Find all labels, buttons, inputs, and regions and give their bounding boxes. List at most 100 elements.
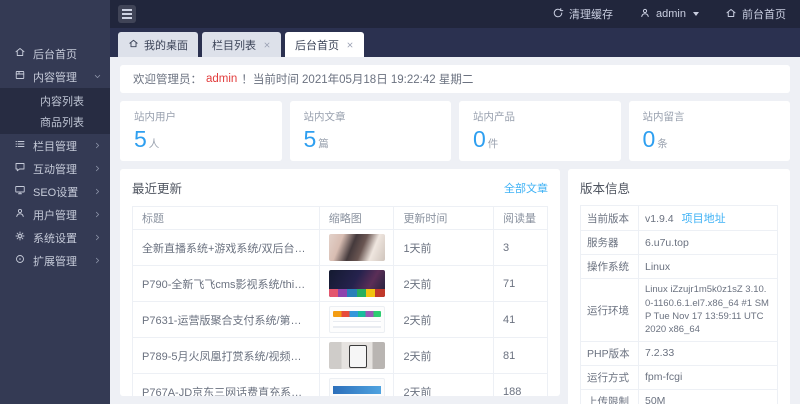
chevron-right-icon <box>93 233 102 242</box>
sidebar-item-users[interactable]: 用户管理 <box>0 203 110 226</box>
article-title[interactable]: P7631-运营版聚合支付系统/第三方... <box>142 312 310 328</box>
sidebar: 后台首页 内容管理 内容列表 商品列表 栏目管理 互动管理 <box>0 0 110 404</box>
version-info-panel: 版本信息 当前版本 v1.9.4项目地址 服务器 6.u7u.top <box>568 169 790 404</box>
sidebar-item-columns[interactable]: 栏目管理 <box>0 134 110 157</box>
all-articles-link[interactable]: 全部文章 <box>504 180 548 196</box>
thumbnail-image <box>329 234 385 261</box>
topbar: 清理缓存 admin 前台首页 <box>110 0 800 28</box>
stat-unit: 篇 <box>318 138 329 150</box>
project-url-link[interactable]: 项目地址 <box>682 213 726 225</box>
sidebar-item-home[interactable]: 后台首页 <box>0 42 110 65</box>
version-value: 50M <box>645 395 665 404</box>
welcome-prefix: 欢迎管理员： <box>133 71 202 87</box>
front-home-label: 前台首页 <box>742 6 786 22</box>
tab-my-desktop[interactable]: 我的桌面 <box>118 32 198 57</box>
front-home-button[interactable]: 前台首页 <box>725 6 786 22</box>
version-row: 操作系统 Linux <box>581 255 778 279</box>
version-value: Linux iZzujr1m5k0z1sZ 3.10.0-1160.6.1.el… <box>645 284 769 335</box>
stat-card-users: 站内用户 5人 <box>120 101 282 161</box>
sidebar-item-system[interactable]: 系统设置 <box>0 226 110 249</box>
stat-unit: 件 <box>488 138 499 150</box>
version-label: 操作系统 <box>581 255 639 279</box>
sidebar-subitem-goods-list[interactable]: 商品列表 <box>0 111 110 132</box>
tab-label: 后台首页 <box>295 37 339 53</box>
chevron-right-icon <box>93 187 102 196</box>
recent-articles-table: 标题 缩略图 更新时间 阅读量 全新直播系统+游戏系统/双后台服... 1天前 <box>132 206 548 396</box>
clear-cache-label: 清理缓存 <box>569 6 613 22</box>
table-row[interactable]: 全新直播系统+游戏系统/双后台服... 1天前 3 <box>133 230 548 266</box>
article-reads: 81 <box>503 350 515 362</box>
stat-unit: 条 <box>657 138 668 150</box>
user-menu[interactable]: admin <box>639 7 699 22</box>
sidebar-item-label: 系统设置 <box>33 230 86 246</box>
thumbnail-image <box>329 378 385 396</box>
sidebar-item-label: 用户管理 <box>33 207 86 223</box>
user-icon <box>639 7 651 22</box>
article-title[interactable]: P789-5月火凤凰打赏系统/视频打赏... <box>142 348 310 364</box>
sidebar-item-label: 后台首页 <box>33 46 102 62</box>
sidebar-item-label: 内容管理 <box>33 69 86 85</box>
welcome-username: admin <box>206 73 237 85</box>
close-icon[interactable] <box>263 41 271 49</box>
monitor-icon <box>14 184 26 199</box>
table-row[interactable]: P7631-运营版聚合支付系统/第三方... 2天前 41 <box>133 302 548 338</box>
article-title[interactable]: 全新直播系统+游戏系统/双后台服... <box>142 240 310 256</box>
stat-value: 0 <box>473 126 486 152</box>
table-row[interactable]: P790-全新飞飞cms影视系统/think... 2天前 71 <box>133 266 548 302</box>
stat-label: 站内文章 <box>304 109 438 124</box>
chat-icon <box>14 161 26 176</box>
refresh-icon <box>552 7 564 22</box>
sidebar-item-extensions[interactable]: 扩展管理 <box>0 249 110 272</box>
tab-admin-home[interactable]: 后台首页 <box>285 32 364 57</box>
article-title[interactable]: P790-全新飞飞cms影视系统/think... <box>142 276 310 292</box>
article-time: 2天前 <box>403 279 431 291</box>
tab-label: 我的桌面 <box>144 37 188 53</box>
stat-value: 5 <box>304 126 317 152</box>
username-label: admin <box>656 8 686 20</box>
version-row: 运行环境 Linux iZzujr1m5k0z1sZ 3.10.0-1160.6… <box>581 279 778 341</box>
table-row[interactable]: P767A-JD京东三网话费直充系统/移... 2天前 188 <box>133 374 548 396</box>
menu-toggle-button[interactable] <box>118 5 136 23</box>
thumbnail-image <box>329 270 385 297</box>
stat-value: 0 <box>643 126 656 152</box>
sidebar-subitem-label: 商品列表 <box>40 114 84 130</box>
version-label: 服务器 <box>581 231 639 255</box>
table-row[interactable]: P789-5月火凤凰打赏系统/视频打赏... 2天前 81 <box>133 338 548 374</box>
sidebar-subitem-content-list[interactable]: 内容列表 <box>0 90 110 111</box>
version-label: 运行方式 <box>581 365 639 389</box>
content-box-icon <box>14 69 26 84</box>
version-label: 运行环境 <box>581 279 639 341</box>
tab-column-list[interactable]: 栏目列表 <box>202 32 281 57</box>
sidebar-item-label: SEO设置 <box>33 184 86 200</box>
stat-value: 5 <box>134 126 147 152</box>
version-label: 当前版本 <box>581 206 639 231</box>
version-row: 上传限制 50M <box>581 389 778 404</box>
stat-label: 站内用户 <box>134 109 268 124</box>
version-row: PHP版本 7.2.33 <box>581 341 778 365</box>
column-header-updated: 更新时间 <box>394 207 494 230</box>
stat-unit: 人 <box>149 138 160 150</box>
panels-row: 最近更新 全部文章 标题 缩略图 更新时间 阅读量 <box>120 169 790 396</box>
sidebar-subitem-label: 内容列表 <box>40 93 84 109</box>
version-label: 上传限制 <box>581 389 639 404</box>
recent-updates-panel: 最近更新 全部文章 标题 缩略图 更新时间 阅读量 <box>120 169 560 396</box>
tab-bar: 我的桌面 栏目列表 后台首页 <box>110 28 800 57</box>
close-icon[interactable] <box>346 41 354 49</box>
home-icon <box>128 38 139 52</box>
sidebar-item-seo[interactable]: SEO设置 <box>0 180 110 203</box>
stat-card-products: 站内产品 0件 <box>459 101 621 161</box>
version-row: 服务器 6.u7u.top <box>581 231 778 255</box>
column-header-reads: 阅读量 <box>494 207 548 230</box>
version-value: 7.2.33 <box>645 347 674 359</box>
chevron-right-icon <box>93 210 102 219</box>
panel-title: 版本信息 <box>580 178 630 197</box>
chevron-right-icon <box>93 256 102 265</box>
clear-cache-button[interactable]: 清理缓存 <box>552 6 613 22</box>
version-label: PHP版本 <box>581 341 639 365</box>
welcome-bar: 欢迎管理员： admin ！当前时间 2021年05月18日 19:22:42 … <box>120 65 790 93</box>
article-title[interactable]: P767A-JD京东三网话费直充系统/移... <box>142 384 310 396</box>
sidebar-item-interaction[interactable]: 互动管理 <box>0 157 110 180</box>
article-reads: 41 <box>503 314 515 326</box>
sidebar-item-content[interactable]: 内容管理 <box>0 65 110 88</box>
user-icon <box>14 207 26 222</box>
